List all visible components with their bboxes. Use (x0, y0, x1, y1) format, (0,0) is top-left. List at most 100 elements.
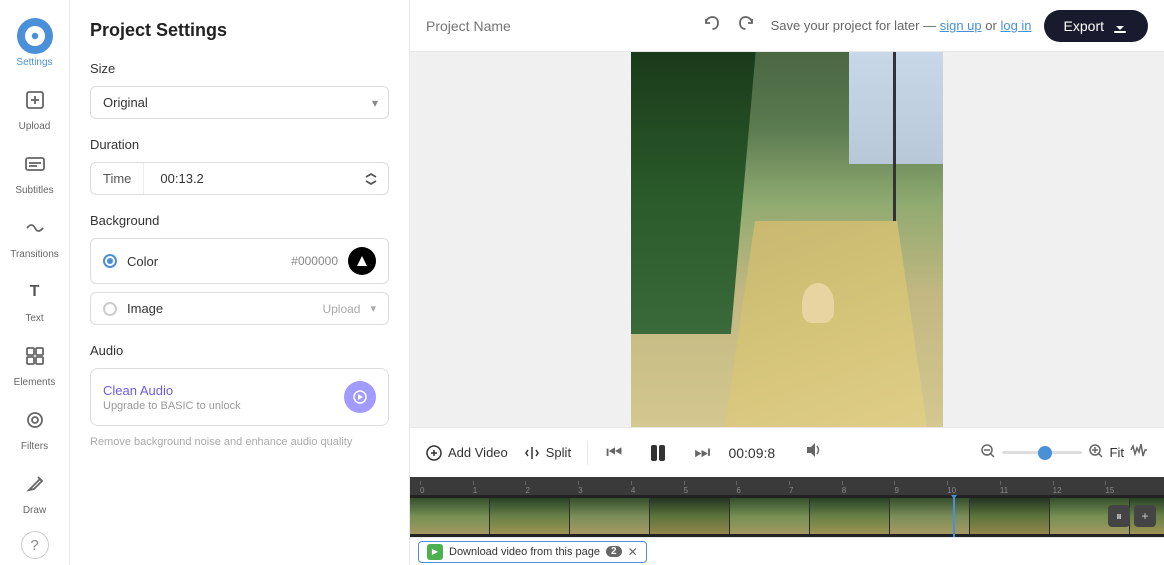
sidebar-item-settings[interactable]: Settings (0, 10, 69, 74)
waveform-button[interactable] (1130, 441, 1148, 464)
undo-button[interactable] (699, 10, 725, 41)
sidebar-item-elements[interactable]: Elements (0, 330, 69, 394)
add-video-button[interactable]: Add Video (426, 445, 508, 461)
redo-button[interactable] (733, 10, 759, 41)
export-button[interactable]: Export (1044, 10, 1148, 42)
ruler-mark-0: 0 (418, 481, 471, 495)
duration-value: 00:13.2 (152, 163, 346, 194)
zoom-slider[interactable] (1002, 451, 1082, 454)
pole-decoration (893, 52, 896, 240)
zoom-area: Fit (838, 441, 1148, 464)
log-in-link[interactable]: log in (1000, 18, 1031, 33)
filters-icon (17, 402, 53, 438)
timeline-add-btn[interactable]: + (1134, 505, 1156, 527)
ruler-mark-8: 8 (840, 481, 893, 495)
sidebar: Settings Upload Subtitles Transitions T (0, 0, 70, 565)
ruler-mark-4: 4 (629, 481, 682, 495)
ruler-mark-15: 15 (1103, 481, 1156, 495)
audio-title[interactable]: Clean Audio (103, 383, 241, 398)
zoom-out-button[interactable] (980, 443, 996, 462)
skip-forward-button[interactable]: ⏭ (692, 440, 712, 465)
timeline-divider (587, 441, 588, 465)
track-thumb-6 (810, 498, 890, 534)
duration-label: Duration (90, 137, 389, 152)
download-play-icon: ▶ (427, 544, 443, 560)
image-upload-btn[interactable]: Upload (322, 302, 360, 316)
sidebar-item-transitions[interactable]: Transitions (0, 202, 69, 266)
audio-info: Clean Audio Upgrade to BASIC to unlock (103, 383, 241, 412)
elements-icon (17, 338, 53, 374)
sidebar-item-draw[interactable]: Draw (0, 458, 69, 522)
play-pause-button[interactable] (640, 435, 676, 471)
track-content: ⏸ + (410, 495, 1164, 537)
ruler-mark-12: 12 (1051, 481, 1104, 495)
size-label: Size (90, 61, 389, 76)
ruler-mark-6: 6 (734, 481, 787, 495)
close-download-button[interactable]: ✕ (628, 545, 638, 559)
settings-title: Project Settings (90, 20, 389, 41)
dog-decoration (802, 283, 834, 323)
ruler-mark-11: 11 (998, 481, 1051, 495)
audio-subtitle: Upgrade to BASIC to unlock (103, 400, 241, 412)
skip-back-button[interactable]: ⏮ (604, 440, 624, 465)
ruler-mark-5: 5 (682, 481, 735, 495)
fit-label[interactable]: Fit (1110, 445, 1124, 460)
zoom-in-button[interactable] (1088, 443, 1104, 462)
duration-arrows-btn[interactable] (354, 164, 388, 194)
sidebar-item-filters-label: Filters (21, 441, 48, 452)
timeline-end-buttons: ⏸ + (1108, 505, 1156, 527)
audio-section: Audio Clean Audio Upgrade to BASIC to un… (90, 343, 389, 448)
sidebar-item-subtitles-label: Subtitles (15, 185, 53, 196)
ruler-mark-3: 3 (576, 481, 629, 495)
audio-action-btn[interactable] (344, 381, 376, 413)
download-video-button[interactable]: ▶ Download video from this page 2 ✕ (418, 541, 647, 563)
settings-icon (17, 18, 53, 54)
track-thumb-7 (890, 498, 970, 534)
color-swatch[interactable] (348, 247, 376, 275)
download-bar: ▶ Download video from this page 2 ✕ (410, 537, 1164, 565)
background-label: Background (90, 213, 389, 228)
enhance-audio-text: Remove background noise and enhance audi… (90, 436, 389, 448)
background-image-option[interactable]: Image Upload ▾ (90, 292, 389, 325)
main-area: Save your project for later — sign up or… (410, 0, 1164, 565)
timeline-end-btn-1[interactable]: ⏸ (1108, 505, 1130, 527)
track-thumb-8 (970, 498, 1050, 534)
text-icon: T (17, 274, 53, 310)
background-section: Background Color #000000 Image Upload ▾ (90, 213, 389, 325)
duration-section: Duration Time 00:13.2 (90, 137, 389, 195)
background-color-option[interactable]: Color #000000 (90, 238, 389, 284)
sidebar-item-draw-label: Draw (23, 505, 46, 516)
sidebar-item-upload-label: Upload (19, 121, 51, 132)
duration-type: Time (91, 163, 144, 194)
sidebar-item-subtitles[interactable]: Subtitles (0, 138, 69, 202)
video-scene (631, 52, 943, 427)
playhead[interactable] (953, 495, 955, 537)
zoom-slider-wrap (1002, 451, 1082, 454)
draw-icon (17, 466, 53, 502)
download-badge: 2 (606, 546, 622, 557)
track-thumb-5 (730, 498, 810, 534)
ruler-mark-1: 1 (471, 481, 524, 495)
project-name-input[interactable] (426, 18, 687, 34)
sidebar-item-text[interactable]: T Text (0, 266, 69, 330)
road-decoration (725, 221, 928, 427)
sidebar-item-filters[interactable]: Filters (0, 394, 69, 458)
sidebar-item-upload[interactable]: Upload (0, 74, 69, 138)
color-radio[interactable] (103, 254, 117, 268)
split-button[interactable]: Split (524, 445, 571, 461)
upload-icon (17, 82, 53, 118)
tree-decoration (631, 52, 756, 334)
image-radio[interactable] (103, 302, 117, 316)
sign-up-link[interactable]: sign up (940, 18, 982, 33)
subtitles-icon (17, 146, 53, 182)
volume-button[interactable] (804, 441, 822, 464)
sidebar-item-help[interactable]: ? (0, 523, 69, 565)
ruler-mark-2: 2 (523, 481, 576, 495)
size-select[interactable]: Original 16:99:161:14:5 (91, 87, 388, 118)
download-label: Download video from this page (449, 546, 600, 558)
transitions-icon (17, 210, 53, 246)
sky-decoration (849, 52, 943, 164)
ruler-marks: 0 1 2 3 4 5 6 7 8 9 10 11 12 15 (418, 477, 1156, 495)
duration-row: Time 00:13.2 (90, 162, 389, 195)
audio-card-row: Clean Audio Upgrade to BASIC to unlock (103, 381, 376, 413)
